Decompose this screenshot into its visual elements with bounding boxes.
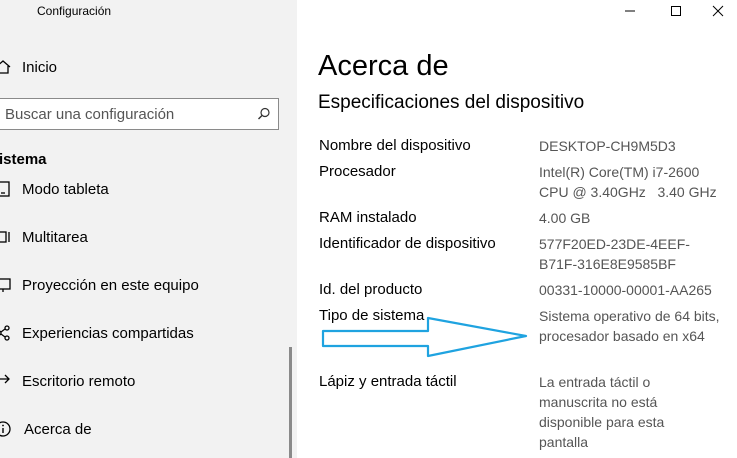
sidebar-item-label: Modo tableta <box>22 180 109 198</box>
spec-value: Intel(R) Core(TM) i7-2600 CPU @ 3.40GHz … <box>539 164 717 200</box>
spec-label: Nombre del dispositivo <box>319 137 471 154</box>
spec-value: DESKTOP-CH9M5D3 <box>539 138 676 154</box>
sidebar-item-remote-desktop[interactable]: Escritorio remoto <box>0 361 297 401</box>
sidebar-item-tablet-mode[interactable]: Modo tableta <box>0 169 297 209</box>
about-icon <box>0 421 11 437</box>
sidebar-item-label: Multitarea <box>22 228 88 246</box>
maximize-icon <box>671 6 681 16</box>
minimize-icon <box>625 10 635 12</box>
remote-desktop-icon <box>0 374 10 384</box>
multitasking-icon <box>0 231 10 243</box>
sidebar-item-multitasking[interactable]: Multitarea <box>0 217 297 257</box>
page-title: Acerca de <box>318 50 449 82</box>
sidebar-item-label: Acerca de <box>24 420 92 438</box>
sidebar-item-label: Inicio <box>22 58 58 76</box>
spec-value: 4.00 GB <box>539 210 591 226</box>
search-box[interactable] <box>0 98 279 130</box>
close-icon <box>712 5 724 17</box>
spec-label: RAM instalado <box>319 209 417 226</box>
spec-value: 577F20ED-23DE-4EEF-B71F-316E8E9585BF <box>539 236 690 272</box>
sidebar-item-label: Experiencias compartidas <box>22 324 194 342</box>
app-title: Configuración <box>37 4 112 18</box>
projection-icon <box>0 278 11 292</box>
close-button[interactable] <box>699 0 737 22</box>
sidebar-item-home[interactable]: Inicio <box>0 47 297 87</box>
sidebar-scrollbar[interactable] <box>289 347 292 458</box>
spec-label: Procesador <box>319 163 396 180</box>
sidebar: Configuración Inicio istema Modo tableta… <box>0 0 297 458</box>
spec-label: Identificador de dispositivo <box>319 235 496 252</box>
home-icon <box>0 60 11 74</box>
maximize-button[interactable] <box>653 0 699 22</box>
section-heading: istema <box>0 151 47 168</box>
minimize-button[interactable] <box>607 0 653 22</box>
tablet-mode-icon <box>0 181 10 197</box>
spec-value: Sistema operativo de 64 bits, procesador… <box>539 308 720 344</box>
annotation-arrow-icon <box>321 316 528 358</box>
spec-label: Id. del producto <box>319 281 423 298</box>
search-icon[interactable] <box>257 107 271 121</box>
sidebar-item-projection[interactable]: Proyección en este equipo <box>0 265 297 305</box>
spec-value: La entrada táctil o manuscrita no está d… <box>539 374 665 450</box>
search-input[interactable] <box>5 99 255 129</box>
sidebar-item-shared-experiences[interactable]: Experiencias compartidas <box>0 313 297 353</box>
sidebar-item-about[interactable]: Acerca de <box>0 409 297 449</box>
sidebar-item-label: Escritorio remoto <box>22 372 136 390</box>
spec-value: 00331-10000-00001-AA265 <box>539 282 712 298</box>
shared-experiences-icon <box>0 325 10 341</box>
spec-label: Lápiz y entrada táctil <box>319 373 457 390</box>
sidebar-item-label: Proyección en este equipo <box>22 276 199 294</box>
section-title: Especificaciones del dispositivo <box>318 92 585 113</box>
